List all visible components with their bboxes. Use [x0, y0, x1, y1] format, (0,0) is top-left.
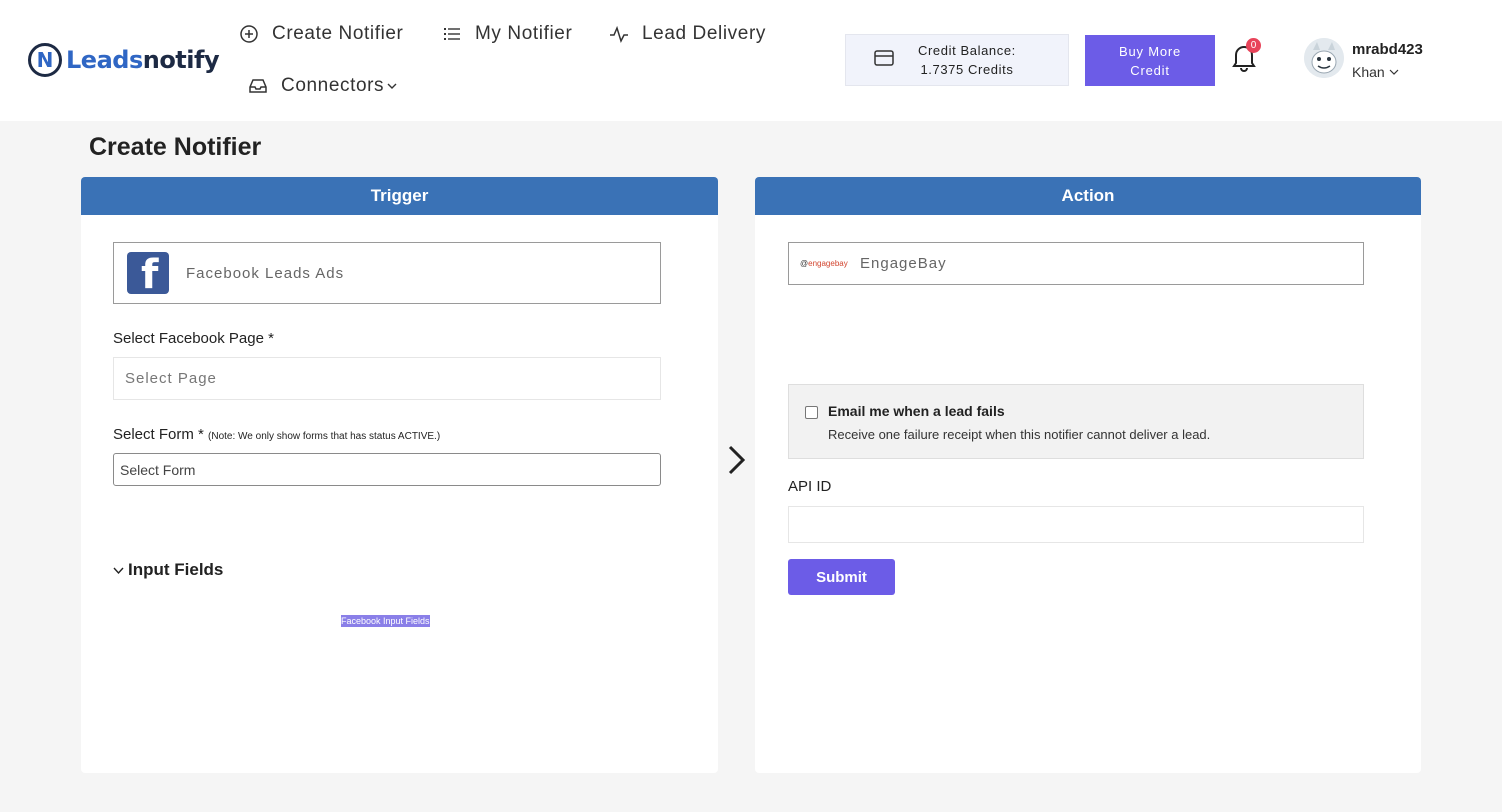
chevron-down-icon [113, 565, 124, 576]
select-form-dropdown[interactable]: Select Form [113, 453, 661, 486]
avatar[interactable] [1304, 38, 1344, 78]
engagebay-logo-icon: @engagebay [800, 259, 848, 268]
nav-connectors-label: Connectors [281, 75, 385, 96]
logo-text: Leadsnotify [66, 46, 220, 74]
trigger-app-selector[interactable]: f Facebook Leads Ads [113, 242, 661, 304]
top-header: Leadsnotify Create Notifier My Notifier … [0, 0, 1502, 121]
user-sub-label: Khan [1352, 64, 1385, 80]
chevron-down-icon [1389, 67, 1399, 77]
nav-create-notifier[interactable]: Create Notifier [238, 23, 404, 45]
credit-balance-text: Credit Balance: 1.7375 Credits [918, 43, 1016, 77]
email-on-fail-title: Email me when a lead fails [828, 403, 1005, 419]
select-page-placeholder: Select Page [125, 370, 217, 387]
api-id-input[interactable] [788, 506, 1364, 543]
logo-mark-icon [28, 43, 62, 77]
select-page-dropdown[interactable]: Select Page [113, 357, 661, 400]
trigger-panel-header: Trigger [81, 177, 718, 215]
email-on-fail-box: Email me when a lead fails Receive one f… [788, 384, 1364, 459]
activity-icon [608, 23, 630, 45]
chevron-right-icon [726, 444, 748, 476]
notification-badge: 0 [1246, 38, 1261, 53]
select-form-label: Select Form * (Note: We only show forms … [113, 426, 441, 443]
page-title: Create Notifier [89, 133, 262, 161]
chevron-down-icon [386, 80, 398, 92]
input-fields-toggle[interactable]: Input Fields [113, 560, 223, 580]
trigger-app-label: Facebook Leads Ads [186, 264, 345, 282]
inbox-icon [247, 75, 269, 97]
email-on-fail-checkbox[interactable] [805, 406, 818, 419]
action-app-selector[interactable]: @engagebay EngageBay [788, 242, 1364, 285]
select-form-placeholder: Select Form [120, 461, 196, 478]
nav-my-notifier[interactable]: My Notifier [441, 23, 572, 45]
nav-lead-delivery[interactable]: Lead Delivery [608, 23, 766, 45]
nav-create-notifier-label: Create Notifier [272, 23, 404, 44]
facebook-input-fields-tag: Facebook Input Fields [341, 615, 430, 627]
nav-connectors[interactable]: Connectors [247, 75, 398, 97]
user-menu[interactable]: Khan [1352, 64, 1399, 80]
email-on-fail-description: Receive one failure receipt when this no… [828, 427, 1211, 442]
plus-circle-icon [238, 23, 260, 45]
credit-card-icon [874, 49, 896, 71]
select-page-label: Select Facebook Page * [113, 330, 274, 347]
select-form-note: (Note: We only show forms that has statu… [208, 431, 441, 442]
list-icon [441, 23, 463, 45]
api-id-label: API ID [788, 478, 832, 495]
action-app-label: EngageBay [860, 255, 947, 272]
nav-my-notifier-label: My Notifier [475, 23, 573, 44]
user-name[interactable]: mrabd423 [1352, 41, 1423, 58]
submit-button[interactable]: Submit [788, 559, 895, 595]
leadsnotify-logo[interactable]: Leadsnotify [28, 43, 220, 77]
nav-lead-delivery-label: Lead Delivery [642, 23, 766, 44]
buy-more-credit-button[interactable]: Buy More Credit [1085, 35, 1215, 86]
credit-balance-box: Credit Balance: 1.7375 Credits [845, 34, 1069, 86]
action-panel-header: Action [755, 177, 1421, 215]
input-fields-heading: Input Fields [128, 560, 224, 579]
facebook-icon: f [127, 252, 169, 298]
